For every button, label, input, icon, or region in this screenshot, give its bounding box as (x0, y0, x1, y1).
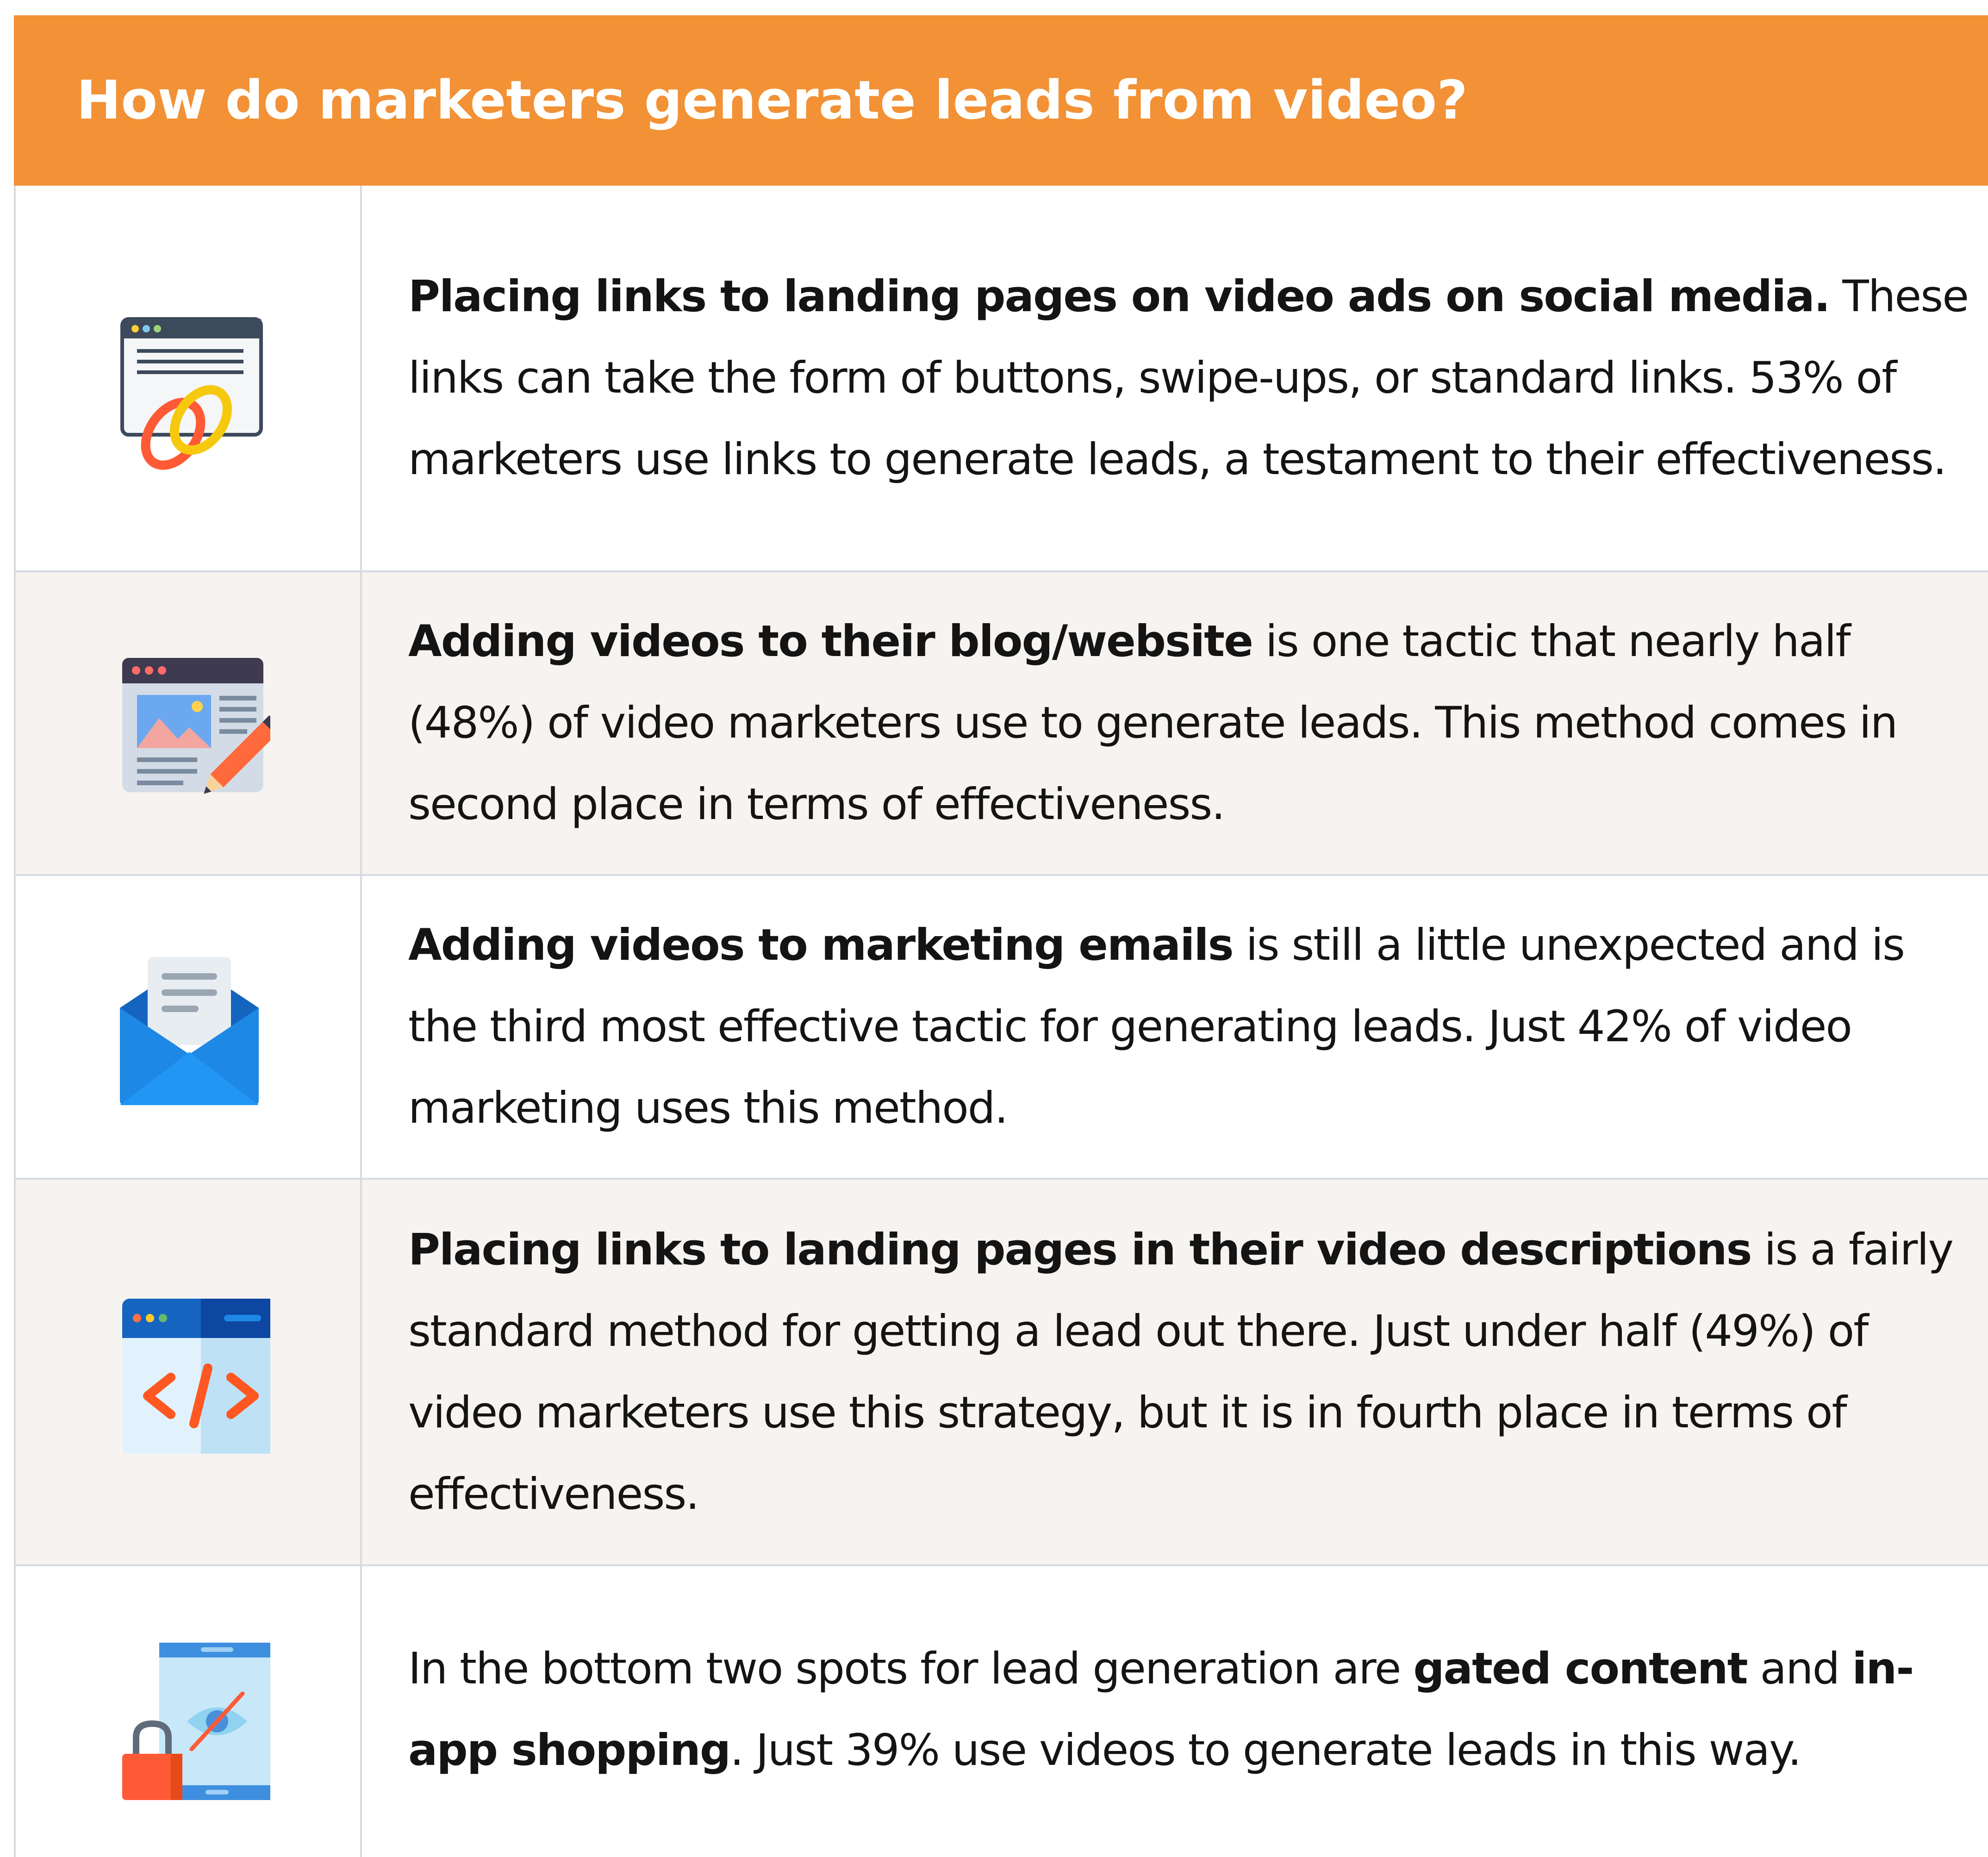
row-text: Placing links to landing pages on video … (408, 256, 1969, 500)
icon-cell (16, 572, 362, 874)
table-row: Placing links to landing pages on video … (14, 186, 1988, 572)
row-body-text: In the bottom two spots for lead generat… (408, 1644, 1414, 1694)
table-row: Placing links to landing pages in their … (14, 1180, 1988, 1566)
row-bold-lead: Adding videos to marketing emails (408, 920, 1234, 970)
table-row: Adding videos to their blog/website is o… (14, 572, 1988, 876)
infographic-table: How do marketers generate leads from vid… (0, 0, 1988, 1857)
browser-link-icon (120, 317, 263, 470)
table-row: In the bottom two spots for lead generat… (14, 1566, 1988, 1857)
text-cell: Adding videos to marketing emails is sti… (408, 876, 1969, 1178)
icon-cell (16, 1566, 362, 1857)
text-cell: Placing links to landing pages on video … (408, 186, 1969, 570)
table-row: Adding videos to marketing emails is sti… (14, 876, 1988, 1180)
text-cell: Adding videos to their blog/website is o… (408, 572, 1969, 874)
row-bold-lead: Adding videos to their blog/website (408, 616, 1253, 667)
row-text: Placing links to landing pages in their … (408, 1209, 1969, 1535)
text-cell: Placing links to landing pages in their … (408, 1180, 1969, 1564)
row-bold-lead: Placing links to landing pages on video … (408, 271, 1831, 322)
row-text: Adding videos to their blog/website is o… (408, 601, 1969, 845)
code-window-icon (122, 1299, 270, 1454)
row-text: In the bottom two spots for lead generat… (408, 1628, 1969, 1791)
blog-edit-icon (122, 658, 270, 794)
icon-cell (16, 876, 362, 1178)
row-bold-lead: Placing links to landing pages in their … (408, 1224, 1752, 1275)
table-header: How do marketers generate leads from vid… (14, 15, 1988, 186)
icon-cell (16, 186, 362, 570)
row-body-text: . Just 39% use videos to generate leads … (730, 1725, 1801, 1776)
row-body-text: and (1747, 1644, 1852, 1694)
locked-tablet-icon (122, 1643, 270, 1800)
row-bold-gated-content: gated content (1413, 1644, 1748, 1694)
text-cell: In the bottom two spots for lead generat… (408, 1585, 1969, 1835)
email-envelope-icon (120, 957, 259, 1105)
row-text: Adding videos to marketing emails is sti… (408, 905, 1969, 1149)
page-title: How do marketers generate leads from vid… (76, 69, 1468, 131)
icon-cell (16, 1180, 362, 1564)
